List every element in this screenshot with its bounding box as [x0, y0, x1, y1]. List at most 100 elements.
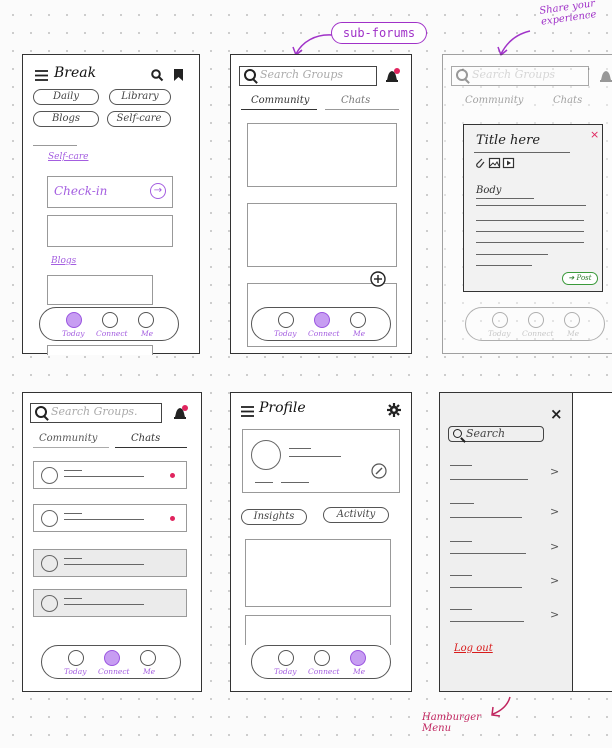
- nav-me-icon[interactable]: [350, 312, 366, 328]
- nav-me-icon[interactable]: [138, 312, 154, 328]
- bottom-tab-bar: Today Connect Me: [251, 307, 391, 341]
- search-icon: [456, 69, 468, 81]
- chevron-right-icon: >: [550, 608, 560, 621]
- tag-daily[interactable]: Daily: [33, 89, 99, 105]
- nav-today-icon[interactable]: [278, 650, 294, 666]
- frame-profile: Profile Insights Activity Today Connect …: [230, 392, 412, 692]
- menu-item[interactable]: >: [450, 539, 560, 559]
- menu-search-placeholder: Search: [466, 427, 506, 440]
- chat-item[interactable]: [33, 589, 187, 617]
- unread-dot: [170, 473, 175, 478]
- profile-name-line: [289, 448, 311, 449]
- checkin-card[interactable]: Check-in →: [47, 176, 173, 208]
- nav-me-icon[interactable]: [140, 650, 156, 666]
- image-icon[interactable]: [488, 157, 501, 169]
- menu-item[interactable]: >: [450, 501, 560, 521]
- subforum-card-1[interactable]: [247, 123, 397, 187]
- post-close-button[interactable]: ×: [590, 128, 599, 141]
- divider: [33, 145, 77, 146]
- bookmark-icon[interactable]: [174, 69, 184, 81]
- frame-chats: Search Groups. Community Chats Today Con…: [22, 392, 202, 692]
- hamburger-callout: Hamburger Menu: [422, 712, 492, 734]
- gear-icon[interactable]: [387, 403, 401, 417]
- tag-blogs[interactable]: Blogs: [33, 111, 99, 127]
- search-icon[interactable]: [151, 69, 164, 82]
- search-groups-input[interactable]: Search Groups.: [30, 403, 162, 423]
- notification-bell-icon[interactable]: [173, 405, 188, 421]
- menu-item-line: [450, 621, 524, 622]
- arrow-right-icon[interactable]: →: [150, 183, 166, 199]
- avatar: [41, 510, 58, 527]
- nav-today-icon[interactable]: [68, 650, 84, 666]
- add-post-icon[interactable]: [370, 271, 386, 287]
- notification-bell-icon[interactable]: [385, 68, 400, 84]
- menu-item[interactable]: >: [450, 573, 560, 593]
- blogs-heading: Blogs: [51, 256, 77, 266]
- nav-connect-icon[interactable]: [104, 650, 120, 666]
- tab-community[interactable]: Community: [39, 433, 97, 444]
- bottom-tab-bar: Today Connect Me: [41, 645, 181, 679]
- nav-me-label: Me: [141, 329, 154, 338]
- nav-me-icon[interactable]: [564, 312, 580, 328]
- chat-item[interactable]: [33, 504, 187, 532]
- chat-item[interactable]: [33, 549, 187, 577]
- edit-icon[interactable]: [371, 463, 387, 479]
- tab-chats[interactable]: Chats: [131, 433, 160, 444]
- tab-chats[interactable]: Chats: [341, 95, 370, 106]
- post-body-input[interactable]: Body: [476, 185, 501, 196]
- nav-connect-icon[interactable]: [314, 312, 330, 328]
- body-line-5: [476, 242, 584, 243]
- selfcare-card-2[interactable]: [47, 215, 173, 247]
- frame-hamburger-menu: × Search > > > > > Log out: [439, 392, 612, 692]
- menu-item-line: [450, 553, 526, 554]
- post-title-input[interactable]: Title here: [476, 133, 540, 148]
- nav-connect-icon[interactable]: [528, 312, 544, 328]
- tag-self-care[interactable]: Self-care: [107, 111, 171, 127]
- nav-me-icon[interactable]: [350, 650, 366, 666]
- post-submit-label: Post: [576, 274, 592, 282]
- menu-search-input[interactable]: Search: [448, 426, 544, 442]
- profile-card: [242, 429, 400, 493]
- hamburger-icon[interactable]: [241, 406, 255, 418]
- menu-item-line: [450, 517, 522, 518]
- body-line-4: [476, 231, 584, 232]
- menu-item[interactable]: >: [450, 463, 560, 483]
- nav-connect-label: Connect: [96, 329, 128, 338]
- search-icon: [244, 69, 256, 81]
- video-icon[interactable]: [502, 157, 515, 169]
- tab-community[interactable]: Community: [465, 95, 523, 106]
- blog-card[interactable]: [47, 275, 153, 305]
- search-groups-input[interactable]: Search Groups: [239, 66, 377, 86]
- app-title: Break: [54, 65, 97, 81]
- tag-library[interactable]: Library: [109, 89, 171, 105]
- post-submit-button[interactable]: ➔ Post: [562, 272, 598, 285]
- subforum-card-2[interactable]: [247, 203, 397, 267]
- nav-me-label: Me: [567, 329, 580, 338]
- attach-link-icon[interactable]: [476, 158, 485, 168]
- notification-bell-icon[interactable]: [599, 68, 612, 84]
- tab-chats[interactable]: Chats: [553, 95, 582, 106]
- search-placeholder: Search Groups: [260, 68, 344, 81]
- nav-me-label: Me: [353, 667, 366, 676]
- hamburger-icon[interactable]: [35, 70, 49, 82]
- activity-tab[interactable]: Activity: [323, 507, 389, 523]
- insights-tab[interactable]: Insights: [241, 509, 307, 525]
- nav-connect-label: Connect: [308, 329, 340, 338]
- nav-connect-icon[interactable]: [314, 650, 330, 666]
- search-placeholder: Search Groups: [472, 68, 556, 81]
- search-groups-input[interactable]: Search Groups: [451, 66, 589, 86]
- menu-item[interactable]: >: [450, 607, 560, 627]
- chat-item[interactable]: [33, 461, 187, 489]
- blog-card-2[interactable]: [47, 345, 153, 355]
- nav-connect-icon[interactable]: [102, 312, 118, 328]
- share-callout: Share your experience: [527, 0, 609, 29]
- tab-community[interactable]: Community: [251, 95, 309, 106]
- logout-link[interactable]: Log out: [454, 643, 493, 654]
- nav-today-icon[interactable]: [278, 312, 294, 328]
- search-placeholder: Search Groups.: [51, 405, 138, 418]
- menu-close-button[interactable]: ×: [550, 405, 563, 423]
- nav-today-icon[interactable]: [66, 312, 82, 328]
- chevron-right-icon: >: [550, 574, 560, 587]
- hamburger-callout-label: Hamburger Menu: [422, 712, 481, 734]
- nav-today-icon[interactable]: [492, 312, 508, 328]
